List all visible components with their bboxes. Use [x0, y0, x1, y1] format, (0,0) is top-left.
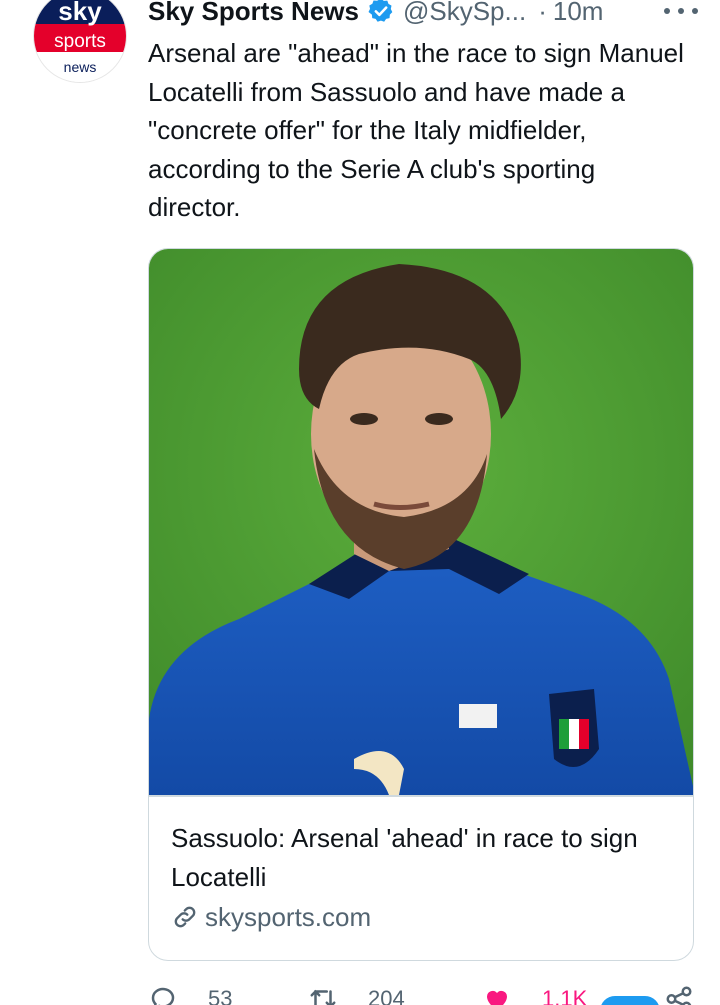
verified-badge-icon — [367, 0, 395, 25]
handle[interactable]: @SkySp... — [403, 0, 526, 27]
reply-icon — [151, 987, 175, 1005]
like-button[interactable]: 1.1K — [482, 984, 587, 1005]
link-icon — [171, 903, 199, 931]
logo-line2: sports — [54, 31, 106, 52]
timestamp[interactable]: 10m — [553, 0, 604, 27]
retweet-button[interactable]: 204 — [308, 984, 405, 1005]
card-title[interactable]: Sassuolo: Arsenal 'ahead' in race to sig… — [171, 819, 671, 896]
heart-icon — [487, 990, 507, 1005]
display-name[interactable]: Sky Sports News — [148, 0, 359, 27]
link-card[interactable]: Sassuolo: Arsenal 'ahead' in race to sig… — [148, 248, 694, 961]
separator-dot: · — [538, 0, 547, 26]
avatar[interactable]: sky sports news — [34, 0, 126, 82]
like-count: 1.1K — [542, 986, 588, 1005]
card-divider — [149, 795, 693, 797]
card-domain-text: skysports.com — [205, 901, 372, 932]
reply-button[interactable]: 53 — [148, 984, 232, 1005]
compose-button-fragment[interactable] — [600, 996, 660, 1005]
retweet-icon — [310, 989, 336, 1005]
reply-count: 53 — [208, 986, 233, 1005]
tweet[interactable]: sky sports news Sky Sports News @SkySp..… — [0, 0, 720, 1005]
logo-line1: sky — [58, 0, 102, 26]
logo-line3: news — [64, 59, 97, 75]
sky-sports-news-logo: sky sports news — [34, 0, 126, 82]
player-photo — [149, 249, 693, 795]
more-options-icon[interactable] — [664, 0, 698, 22]
tweet-header: Sky Sports News @SkySp... · 10m — [148, 0, 708, 28]
card-image[interactable] — [149, 249, 693, 795]
share-icon — [666, 986, 692, 1005]
card-domain[interactable]: skysports.com — [171, 901, 371, 933]
share-button[interactable] — [664, 984, 694, 1005]
retweet-count: 204 — [368, 986, 405, 1005]
tweet-text: Arsenal are "ahead" in the race to sign … — [148, 38, 684, 222]
